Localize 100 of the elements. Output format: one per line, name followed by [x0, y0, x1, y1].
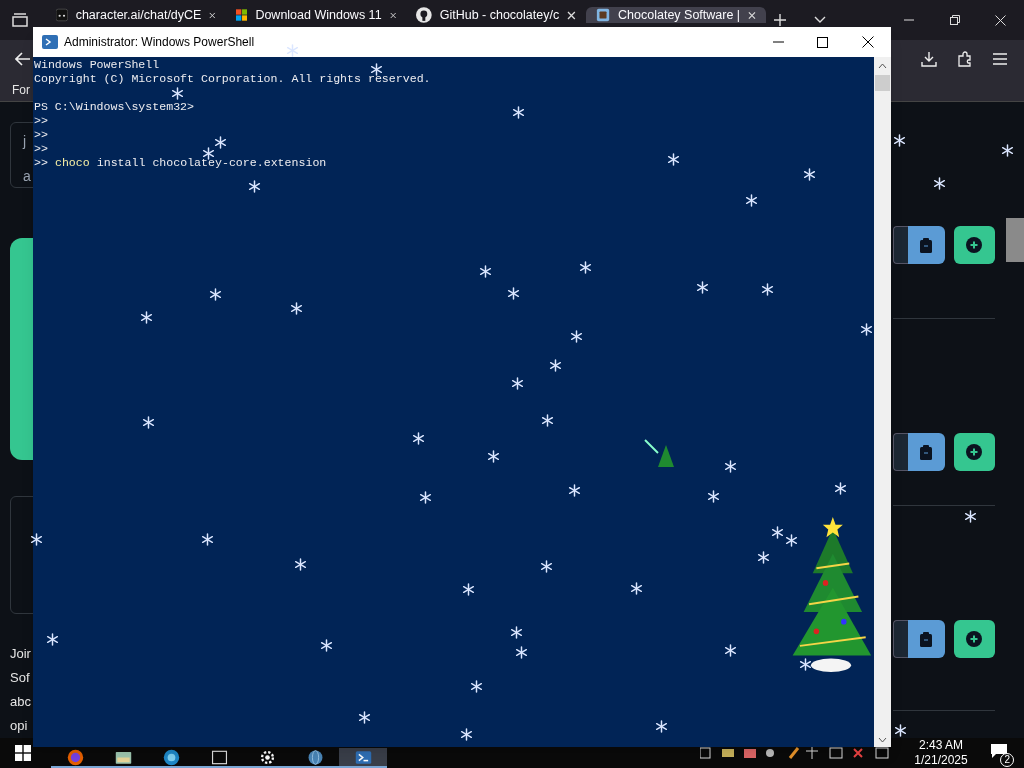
console-line: Copyright (C) Microsoft Corporation. All rights reserved.	[34, 72, 431, 85]
snowflake-icon	[893, 134, 906, 147]
chevron-up-icon[interactable]	[878, 63, 887, 69]
browser-tab[interactable]: character.ai/chat/dyCE	[46, 7, 226, 24]
snowflake-icon	[510, 626, 523, 639]
copy-button[interactable]	[907, 433, 945, 471]
snowflake-icon	[771, 526, 784, 539]
console-arguments: install chocolatey-core.extension	[96, 156, 327, 170]
clock-date[interactable]: 1/21/2025	[914, 753, 968, 768]
back-arrow-icon[interactable]	[15, 52, 31, 67]
page-text: a	[23, 167, 32, 186]
chevron-down-icon[interactable]	[878, 737, 887, 743]
plus-circle-icon	[966, 631, 983, 647]
snowflake-icon	[294, 558, 307, 571]
tab-list-icon[interactable]	[12, 13, 28, 27]
snowflake-icon	[1001, 144, 1014, 157]
snowflake-icon	[696, 281, 709, 294]
snowflake-icon	[515, 646, 528, 659]
snowflake-icon	[419, 491, 432, 504]
clipboard-icon	[920, 444, 933, 460]
window-outline-icon	[210, 748, 228, 766]
snowflake-icon	[707, 490, 720, 503]
scrollbar[interactable]	[874, 57, 891, 747]
windows-logo-icon[interactable]	[15, 745, 31, 761]
page-text: opi	[10, 717, 29, 735]
snowflake-icon	[140, 311, 153, 324]
snowflake-icon	[487, 450, 500, 463]
plus-circle-icon	[966, 444, 983, 460]
clipboard-icon	[920, 237, 933, 253]
bookmark-label[interactable]: For	[12, 80, 30, 99]
close-icon[interactable]	[389, 10, 396, 20]
restore-icon[interactable]	[950, 15, 960, 25]
snowflake-icon	[630, 582, 643, 595]
snowflake-icon	[370, 63, 383, 76]
plus-circle-icon	[966, 237, 983, 253]
snowflake-icon	[568, 484, 581, 497]
page-text: Sof	[10, 669, 31, 687]
windows-logo-icon	[236, 7, 248, 24]
scroll-thumb[interactable]	[875, 75, 890, 91]
tab-title: GitHub - chocolatey/c	[439, 7, 560, 23]
snowflake-icon	[479, 265, 492, 278]
snowflake-icon	[570, 330, 583, 343]
maximize-icon[interactable]	[817, 36, 828, 48]
snowflake-icon	[540, 560, 553, 573]
snowflake-icon	[549, 359, 562, 372]
download-icon[interactable]	[921, 51, 937, 68]
plus-icon[interactable]	[774, 14, 786, 26]
tab-title: Download Windows 11	[255, 7, 382, 23]
snowflake-icon	[412, 432, 425, 445]
console-line: >>	[34, 142, 48, 155]
page-text: Joir	[10, 645, 32, 663]
console-command: choco	[54, 156, 90, 170]
close-icon[interactable]	[862, 36, 874, 48]
snowflake-icon	[214, 136, 227, 149]
snowflake-icon	[541, 414, 554, 427]
globe-icon	[306, 748, 324, 766]
scroll-thumb[interactable]	[1006, 218, 1024, 262]
clock-time[interactable]: 2:43 AM	[919, 738, 963, 753]
snowflake-icon	[46, 633, 59, 646]
snowflake-icon	[358, 711, 371, 724]
console-prompt: >>	[34, 156, 48, 170]
console-line: Windows PowerShell	[34, 58, 160, 71]
snowflake-icon	[470, 680, 483, 693]
window-title: Administrator: Windows PowerShell	[64, 34, 255, 51]
copy-button[interactable]	[907, 620, 945, 658]
snowflake-icon	[511, 377, 524, 390]
snowflake-icon	[757, 551, 770, 564]
cat-logo-icon	[416, 7, 432, 24]
snowflake-icon	[202, 147, 215, 160]
snowflake-icon	[964, 510, 977, 523]
snowflake-icon	[290, 302, 303, 315]
snowflake-icon	[460, 728, 473, 741]
copy-button[interactable]	[907, 226, 945, 264]
snowflake-icon	[724, 460, 737, 473]
snowflake-icon	[667, 153, 680, 166]
console-line: PS C:\Windows\system32>	[34, 100, 195, 113]
tab-title: character.ai/chat/dyCE	[75, 7, 202, 23]
snowflake-icon	[933, 177, 946, 190]
globe-icon	[162, 748, 180, 766]
close-icon[interactable]	[209, 10, 216, 20]
browser-tab[interactable]: Chocolatey Software |	[586, 7, 766, 24]
menu-icon[interactable]	[993, 53, 1007, 66]
add-button[interactable]	[953, 226, 995, 264]
snowflake-icon	[286, 44, 299, 57]
snowflake-icon	[834, 482, 847, 495]
snowflake-icon	[785, 534, 798, 547]
browser-tab[interactable]: GitHub - chocolatey/c	[406, 7, 586, 24]
chat-logo-icon	[56, 7, 68, 24]
prompt-icon	[354, 748, 372, 766]
snowflake-icon	[579, 261, 592, 274]
snowflake-icon	[142, 416, 155, 429]
browser-tab[interactable]: Download Windows 11	[226, 7, 406, 24]
snowflake-icon	[860, 323, 873, 336]
add-button[interactable]	[953, 433, 995, 471]
puzzle-piece-icon[interactable]	[957, 51, 973, 68]
snowflake-icon	[799, 658, 812, 671]
snowflake-icon	[803, 168, 816, 181]
tree-cursor-icon	[644, 439, 674, 469]
page-text: abc	[10, 693, 32, 711]
add-button[interactable]	[953, 620, 995, 658]
